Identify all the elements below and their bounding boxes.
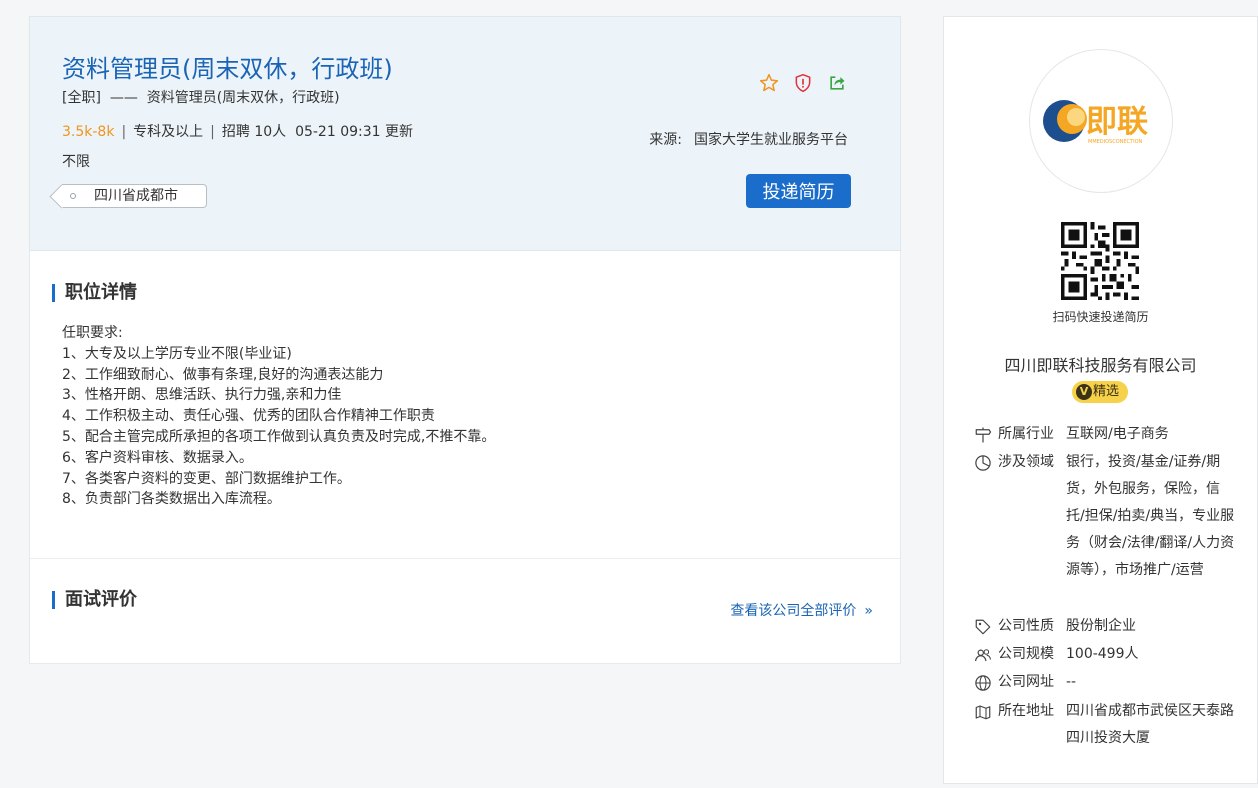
experience: 不限 bbox=[62, 154, 90, 170]
report-shield-icon[interactable] bbox=[793, 73, 813, 93]
logo-text: 即联 bbox=[1086, 104, 1148, 140]
job-detail-card: 职位详情 任职要求: 1、大专及以上学历专业不限(毕业证) 2、工作细致耐心、做… bbox=[29, 251, 901, 664]
list-item: 5、配合主管完成所承担的各项工作做到认真负责及时完成,不推不靠。 bbox=[62, 428, 496, 445]
featured-badge: V 精选 bbox=[1072, 381, 1128, 403]
star-icon[interactable] bbox=[759, 73, 779, 93]
meta-separator: | bbox=[210, 124, 215, 140]
qr-caption: 扫码快速投递简历 bbox=[1052, 310, 1149, 324]
list-item: 2、工作细致耐心、做事有条理,良好的沟通表达能力 bbox=[62, 366, 384, 383]
section-divider bbox=[30, 558, 900, 559]
list-item: 4、工作积极主动、责任心强、优秀的团队合作精神工作职责 bbox=[62, 408, 435, 425]
requirements-list: 任职要求: 1、大专及以上学历专业不限(毕业证) 2、工作细致耐心、做事有条理,… bbox=[62, 323, 495, 510]
info-value: 股份制企业 bbox=[1066, 618, 1136, 634]
section-title-detail: 职位详情 bbox=[52, 284, 137, 302]
globe-icon bbox=[975, 675, 991, 691]
job-main-column: 资料管理员(周末双休，行政班) [全职] —— 资料管理员(周末双休，行政班) … bbox=[29, 16, 901, 664]
info-key: 公司规模 bbox=[998, 646, 1054, 662]
all-reviews-label: 查看该公司全部评价 bbox=[730, 603, 857, 619]
education: 专科及以上 bbox=[133, 124, 204, 140]
company-sidebar: 即联 MMEDIOSCONECTION 扫码快速投递简历 四川即联科技服务有限公 bbox=[943, 16, 1258, 784]
qr-code-icon[interactable] bbox=[1061, 222, 1139, 300]
info-key: 涉及领域 bbox=[998, 454, 1054, 470]
job-actions bbox=[759, 73, 861, 93]
all-reviews-link[interactable]: 查看该公司全部评价 » bbox=[730, 600, 872, 620]
tag-hole-icon bbox=[70, 193, 76, 199]
info-key: 公司性质 bbox=[998, 618, 1054, 634]
info-value: 100-499人 bbox=[1066, 646, 1139, 662]
tag-icon bbox=[975, 619, 991, 635]
job-meta: 3.5k-8k | 专科及以上 | 招聘 10人 05-21 09:31 更新 bbox=[62, 121, 413, 141]
location-tag: 四川省成都市 bbox=[62, 184, 207, 208]
info-key: 所在地址 bbox=[998, 703, 1054, 719]
featured-badge-label: 精选 bbox=[1093, 384, 1120, 399]
location-text: 四川省成都市 bbox=[94, 188, 178, 204]
list-item: 3、性格开朗、思维活跃、执行力强,亲和力佳 bbox=[62, 387, 342, 404]
info-value: 互联网/电子商务 bbox=[1066, 426, 1169, 442]
industry-signpost-icon bbox=[975, 427, 992, 443]
source-label: 来源: bbox=[649, 132, 682, 148]
info-value[interactable]: -- bbox=[1066, 669, 1236, 696]
map-icon bbox=[975, 705, 991, 720]
info-key: 所属行业 bbox=[998, 426, 1054, 442]
list-item: 8、负责部门各类数据出入库流程。 bbox=[62, 491, 281, 508]
section-title-review: 面试评价 bbox=[52, 591, 137, 609]
apply-button[interactable]: 投递简历 bbox=[746, 174, 851, 208]
job-subtitle: [全职] —— 资料管理员(周末双休，行政班) bbox=[62, 90, 340, 106]
source-value: 国家大学生就业服务平台 bbox=[694, 132, 848, 148]
recruit-count: 招聘 10人 bbox=[221, 124, 287, 140]
double-chevron-right-icon: » bbox=[864, 603, 872, 619]
job-source: 来源: 国家大学生就业服务平台 bbox=[649, 129, 848, 149]
list-item: 7、各类客户资料的变更、部门数据维护工作。 bbox=[62, 470, 351, 487]
logo-subtext: MMEDIOSCONECTION bbox=[1088, 139, 1143, 145]
list-item: 6、客户资料审核、数据录入。 bbox=[62, 449, 253, 466]
salary: 3.5k-8k bbox=[62, 124, 115, 140]
list-item: 任职要求: bbox=[62, 325, 123, 341]
list-item: 1、大专及以上学历专业不限(毕业证) bbox=[62, 345, 292, 362]
job-title: 资料管理员(周末双休，行政班) bbox=[62, 55, 393, 83]
company-logo: 即联 MMEDIOSCONECTION bbox=[1029, 49, 1173, 193]
domain-pie-icon bbox=[975, 455, 991, 471]
share-icon[interactable] bbox=[827, 73, 847, 93]
company-name[interactable]: 四川即联科技服务有限公司 bbox=[944, 352, 1257, 376]
meta-separator: | bbox=[121, 124, 127, 140]
update-time: 05-21 09:31 更新 bbox=[295, 124, 413, 140]
info-value: 银行，投资/基金/证券/期货，外包服务，保险，信托/担保/拍卖/典当，专业服务（… bbox=[1066, 454, 1235, 578]
v-badge-icon: V bbox=[1076, 384, 1092, 400]
info-key: 公司网址 bbox=[998, 674, 1054, 690]
info-value: 四川省成都市武侯区天泰路四川投资大厦 bbox=[1066, 703, 1234, 746]
people-icon bbox=[974, 649, 992, 662]
job-header-card: 资料管理员(周末双休，行政班) [全职] —— 资料管理员(周末双休，行政班) … bbox=[29, 16, 901, 251]
company-logo-mark: 即联 MMEDIOSCONECTION bbox=[1043, 100, 1148, 145]
